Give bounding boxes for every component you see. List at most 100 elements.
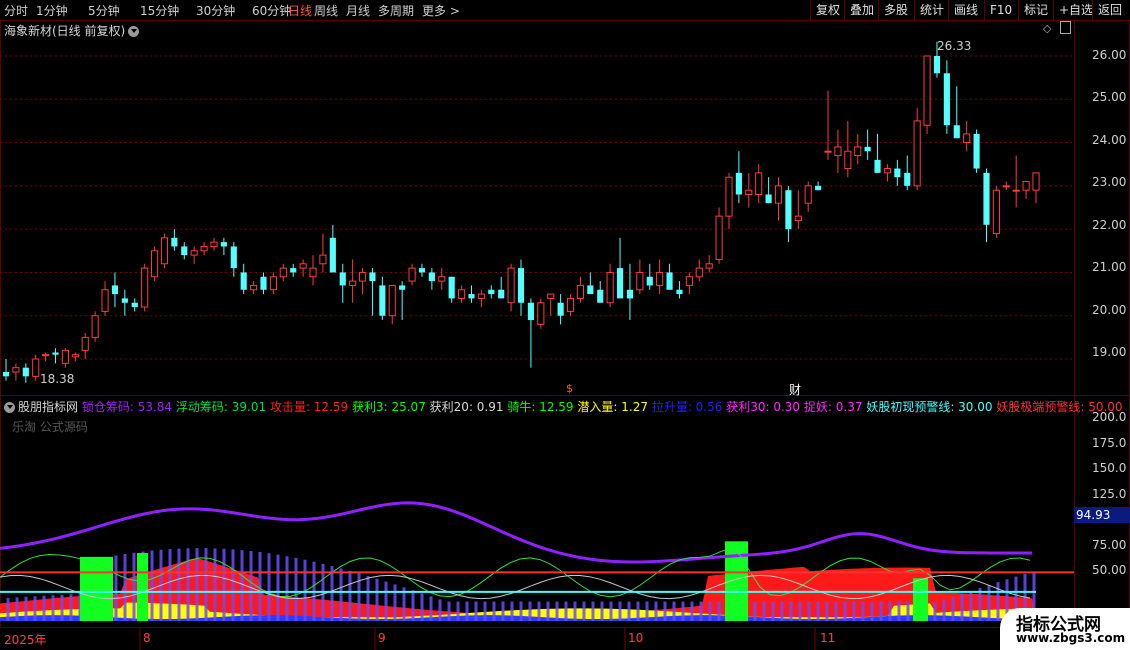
legend-catch-demon: 捉妖: 0.37 bbox=[803, 400, 863, 414]
candle-body bbox=[606, 271, 614, 304]
legend-profit3: 获利3: 25.07 bbox=[351, 400, 426, 414]
price-tick-6: 20.00 bbox=[1092, 303, 1127, 317]
candle-body bbox=[399, 285, 406, 290]
candle-body bbox=[1012, 189, 1020, 192]
candle-body bbox=[785, 190, 792, 230]
candle-body bbox=[547, 293, 555, 299]
candle-body bbox=[597, 289, 604, 303]
ind-tick-3: 125.0 bbox=[1092, 487, 1127, 501]
candle-body bbox=[181, 246, 188, 256]
candle-body bbox=[904, 172, 911, 186]
candle-body bbox=[992, 189, 1000, 234]
candle-body bbox=[408, 267, 416, 282]
site-logo: 指标公式网 www.zbgs3.com bbox=[1000, 608, 1130, 650]
price-tick-7: 19.00 bbox=[1092, 345, 1127, 359]
candle-body bbox=[883, 168, 892, 174]
candle-body bbox=[844, 150, 852, 170]
candle-body bbox=[576, 284, 584, 299]
candle-body bbox=[498, 289, 505, 299]
ind-tick-4: 75.00 bbox=[1092, 538, 1127, 552]
candle-body bbox=[91, 315, 99, 338]
main-chart-svg[interactable] bbox=[0, 0, 1130, 650]
candle-body bbox=[150, 250, 159, 278]
ride-bull-block bbox=[137, 552, 148, 621]
indicator-legend: 股朋指标网 锁仓筹码: 53.84 浮动筹码: 39.01 攻击量: 12.59… bbox=[4, 398, 1123, 415]
date-label-sep: 9 bbox=[378, 631, 386, 645]
candle-body bbox=[290, 268, 297, 273]
price-tick-0: 26.00 bbox=[1092, 48, 1127, 62]
dividend-marker[interactable]: $ bbox=[566, 382, 573, 395]
candle-body bbox=[646, 276, 653, 286]
candle-body bbox=[269, 276, 277, 291]
candle-body bbox=[369, 272, 376, 282]
candle-body bbox=[616, 268, 624, 299]
candle-body bbox=[71, 354, 79, 358]
candle-body bbox=[953, 125, 960, 139]
indicator-name[interactable]: 股朋指标网 bbox=[18, 400, 78, 414]
finance-marker[interactable]: 财 bbox=[789, 381, 801, 398]
candle-body bbox=[874, 159, 881, 173]
candle-body bbox=[448, 276, 455, 299]
candle-body bbox=[913, 120, 921, 187]
candle-body bbox=[705, 263, 713, 269]
candle-body bbox=[666, 272, 673, 290]
candle-body bbox=[507, 267, 515, 304]
candle-body bbox=[676, 289, 683, 295]
candle-body bbox=[81, 336, 89, 351]
candle-body bbox=[983, 172, 990, 225]
candle-body bbox=[32, 358, 40, 377]
candle-body bbox=[12, 367, 20, 373]
candle-body bbox=[279, 267, 287, 278]
ride-bull-block bbox=[80, 556, 113, 621]
candle-body bbox=[339, 272, 346, 286]
candle-body bbox=[260, 276, 267, 290]
candle-body bbox=[1022, 181, 1030, 191]
candle-body bbox=[527, 302, 534, 321]
candle-body bbox=[52, 352, 59, 355]
candle-body bbox=[101, 289, 109, 312]
candle-body bbox=[358, 271, 367, 282]
indicator-menu-icon[interactable] bbox=[4, 402, 15, 413]
candle-body bbox=[636, 271, 644, 291]
candle-body bbox=[240, 272, 247, 290]
candle-body bbox=[111, 285, 119, 295]
candle-body bbox=[438, 276, 446, 282]
candle-body bbox=[933, 55, 941, 74]
candle-body bbox=[943, 73, 950, 126]
candle-body bbox=[725, 176, 733, 217]
legend-float-chips: 浮动筹码: 39.01 bbox=[175, 400, 267, 414]
candle-body bbox=[61, 349, 69, 364]
candle-body bbox=[468, 294, 475, 299]
candle-body bbox=[815, 185, 822, 191]
legend-stealth-volume: 潜入量: 1.27 bbox=[577, 400, 648, 414]
candle-body bbox=[626, 289, 634, 299]
date-label-year: 2025年 bbox=[4, 633, 47, 647]
candle-body bbox=[210, 241, 218, 247]
candle-body bbox=[477, 293, 485, 299]
candle-body bbox=[774, 185, 783, 204]
candle-body bbox=[250, 284, 258, 291]
candle-body bbox=[349, 280, 357, 286]
candle-body bbox=[864, 146, 871, 152]
candle-body bbox=[794, 215, 802, 221]
candle-body bbox=[804, 185, 812, 204]
candle-body bbox=[319, 254, 327, 265]
candle-body bbox=[309, 267, 317, 278]
legend-profit30: 获利30: 0.30 bbox=[726, 400, 801, 414]
candle-body bbox=[755, 172, 763, 196]
ind-tick-1: 175.0 bbox=[1092, 436, 1127, 450]
candle-body bbox=[1002, 185, 1010, 188]
site-logo-url: www.zbgs3.com bbox=[1016, 631, 1126, 645]
high-price-label: 26.33 bbox=[937, 39, 972, 53]
candle-body bbox=[923, 55, 931, 126]
candle-body bbox=[488, 289, 495, 295]
legend-pull-volume: 拉升量: 0.56 bbox=[651, 400, 723, 414]
candle-body bbox=[42, 354, 50, 357]
price-tick-4: 22.00 bbox=[1092, 218, 1127, 232]
candle-body bbox=[121, 298, 128, 303]
lock-chips-line bbox=[0, 501, 1033, 564]
candle-body bbox=[190, 250, 198, 256]
legend-warn30: 妖股初现预警线: 30.00 bbox=[866, 400, 993, 414]
candle-body bbox=[299, 263, 307, 269]
candle-body bbox=[537, 302, 545, 325]
